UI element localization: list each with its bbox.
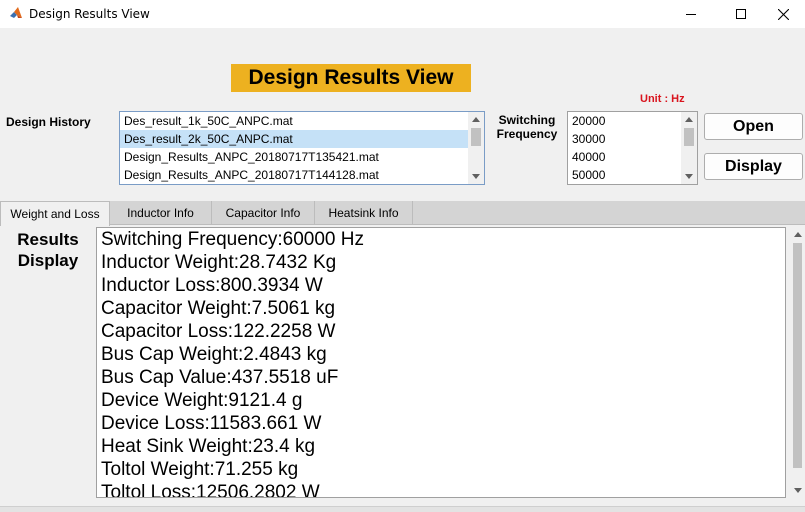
result-line: Toltol Weight:71.255 kg xyxy=(101,459,299,480)
window-bottom-edge xyxy=(0,506,805,512)
list-item[interactable]: 40000 xyxy=(568,148,697,166)
list-item[interactable]: 30000 xyxy=(568,130,697,148)
design-history-label: Design History xyxy=(6,115,91,129)
design-history-list[interactable]: Des_result_1k_50C_ANPC.mat Des_result_2k… xyxy=(119,111,485,185)
app-window: Design Results View Design Results View … xyxy=(0,0,805,512)
display-button[interactable]: Display xyxy=(704,153,803,180)
scroll-down-icon[interactable] xyxy=(472,174,480,179)
result-line: Capacitor Loss:122.2258 W xyxy=(101,321,336,342)
open-button[interactable]: Open xyxy=(704,113,803,140)
tab-capacitor-info[interactable]: Capacitor Info xyxy=(212,201,315,225)
window-title: Design Results View xyxy=(29,7,150,21)
scroll-up-icon[interactable] xyxy=(794,232,802,237)
scroll-up-icon[interactable] xyxy=(685,117,693,122)
result-line: Inductor Weight:28.7432 Kg xyxy=(101,252,337,273)
title-bar: Design Results View xyxy=(0,0,805,28)
results-display-label: Results Display xyxy=(4,229,92,271)
result-line: Device Loss:11583.661 W xyxy=(101,413,322,434)
list-item[interactable]: Des_result_1k_50C_ANPC.mat xyxy=(120,112,484,130)
maximize-icon xyxy=(736,9,746,19)
results-label-line1: Results xyxy=(17,230,79,249)
scroll-thumb[interactable] xyxy=(684,128,694,146)
list-item-selected[interactable]: Des_result_2k_50C_ANPC.mat xyxy=(120,130,468,148)
result-line: Bus Cap Weight:2.4843 kg xyxy=(101,344,327,365)
tab-weight-and-loss[interactable]: Weight and Loss xyxy=(0,201,110,226)
tab-inductor-info[interactable]: Inductor Info xyxy=(110,201,212,225)
matlab-icon xyxy=(10,7,22,18)
results-label-line2: Display xyxy=(17,251,79,270)
result-line: Bus Cap Value:437.5518 uF xyxy=(101,367,339,388)
list-item[interactable]: 50000 xyxy=(568,166,697,184)
scrollbar[interactable] xyxy=(681,112,697,184)
results-text-area[interactable]: Switching Frequency:60000 Hz Inductor We… xyxy=(96,227,786,498)
minimize-button[interactable] xyxy=(668,0,714,28)
maximize-button[interactable] xyxy=(718,0,764,28)
scroll-thumb[interactable] xyxy=(793,243,802,468)
result-line: Device Weight:9121.4 g xyxy=(101,390,303,411)
result-line: Capacitor Weight:7.5061 kg xyxy=(101,298,336,319)
list-item[interactable]: Design_Results_ANPC_20180717T135421.mat xyxy=(120,148,484,166)
scroll-up-icon[interactable] xyxy=(472,117,480,122)
list-item[interactable]: Design_Results_ANPC_20180717T144128.mat xyxy=(120,166,484,184)
results-scrollbar[interactable] xyxy=(790,227,805,498)
switching-frequency-label-line2: Frequency xyxy=(496,127,558,141)
result-line: Switching Frequency:60000 Hz xyxy=(101,229,364,250)
scroll-down-icon[interactable] xyxy=(685,174,693,179)
result-line: Heat Sink Weight:23.4 kg xyxy=(101,436,316,457)
result-line: Inductor Loss:800.3934 W xyxy=(101,275,323,296)
scroll-thumb[interactable] xyxy=(471,128,481,146)
unit-label: Unit : Hz xyxy=(640,93,685,105)
scroll-down-icon[interactable] xyxy=(794,488,802,493)
close-icon xyxy=(777,8,789,20)
page-title: Design Results View xyxy=(231,64,471,92)
minimize-icon xyxy=(686,14,696,15)
tab-heatsink-info[interactable]: Heatsink Info xyxy=(315,201,413,225)
scrollbar[interactable] xyxy=(468,112,484,184)
close-button[interactable] xyxy=(760,0,805,28)
switching-frequency-list[interactable]: 20000 30000 40000 50000 xyxy=(567,111,698,185)
list-item[interactable]: 20000 xyxy=(568,112,697,130)
switching-frequency-label-line1: Switching xyxy=(498,113,556,127)
switching-frequency-label: Switching Frequency xyxy=(494,113,560,141)
result-line: Toltol Loss:12506.2802 W xyxy=(101,482,320,498)
